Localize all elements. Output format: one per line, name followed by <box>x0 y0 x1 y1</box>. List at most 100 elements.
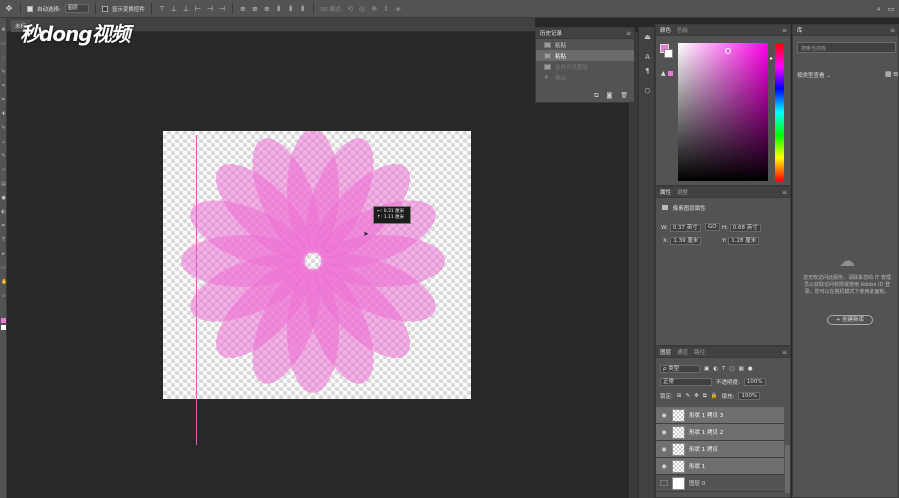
filter-shape-icon[interactable]: ▢ <box>729 366 734 372</box>
align-hcenter-icon[interactable]: ⊣ <box>206 5 214 13</box>
visibility-eye-icon[interactable]: ◉ <box>660 446 668 453</box>
filter-adjustment-icon[interactable]: ◐ <box>713 366 718 372</box>
visibility-toggle-empty[interactable] <box>660 480 668 486</box>
tab-layers[interactable]: 图层 <box>660 348 671 356</box>
path-select-tool-icon[interactable]: ▸ <box>1 252 6 257</box>
filter-type-icon[interactable]: T <box>722 366 725 372</box>
brush-tool-icon[interactable]: ✎ <box>1 126 6 131</box>
character-panel-icon[interactable]: A <box>643 53 652 61</box>
snapshot-camera-icon[interactable]: ◙ <box>607 92 613 100</box>
marquee-tool-icon[interactable]: ▭ <box>1 42 6 47</box>
dodge-tool-icon[interactable]: ◐ <box>1 210 6 215</box>
auto-select-dropdown[interactable]: 图层 <box>64 4 89 13</box>
tab-adjustments[interactable]: 调整 <box>677 188 688 196</box>
panel-menu-icon[interactable]: ≡ <box>782 189 787 196</box>
align-top-icon[interactable]: ⊤ <box>158 5 166 13</box>
tab-libraries[interactable]: 库 <box>797 26 803 34</box>
layer-row[interactable]: ◉ 形状 1 拷贝 3 <box>656 407 784 424</box>
create-library-button[interactable]: + 创建新库 <box>827 315 873 325</box>
3d-scale-icon[interactable]: ◈ <box>394 5 402 13</box>
lasso-tool-icon[interactable]: ◌ <box>1 56 6 61</box>
guide-line[interactable] <box>196 135 197 445</box>
history-item[interactable]: ✥ 移动 <box>536 72 634 83</box>
background-color-swatch[interactable] <box>1 325 6 330</box>
hue-slider[interactable] <box>775 43 784 181</box>
link-dimensions-button[interactable]: GO <box>705 223 720 231</box>
tab-channels[interactable]: 通道 <box>677 348 688 356</box>
panel-menu-icon[interactable]: ≡ <box>626 30 631 37</box>
crop-tool-icon[interactable]: ⌗ <box>1 84 6 89</box>
distribute-right-icon[interactable]: ⫴ <box>299 5 307 13</box>
fill-input[interactable]: 100% <box>738 392 761 400</box>
align-bottom-icon[interactable]: ⊥ <box>182 5 190 13</box>
distribute-vcenter-icon[interactable]: ≡ <box>251 5 259 13</box>
distribute-top-icon[interactable]: ≡ <box>239 5 247 13</box>
history-item[interactable]: 粘贴 <box>536 39 634 50</box>
web-color-swatch[interactable] <box>668 71 673 76</box>
eraser-tool-icon[interactable]: ▱ <box>1 168 6 173</box>
tab-properties[interactable]: 属性 <box>660 188 671 196</box>
paragraph-panel-icon[interactable]: ¶ <box>643 67 652 75</box>
layer-row[interactable]: ◉ 形状 1 拷贝 2 <box>656 424 784 441</box>
visibility-eye-icon[interactable]: ◉ <box>660 463 668 470</box>
hue-slider-handle[interactable]: ▸ <box>770 55 773 62</box>
search-icon[interactable]: ⌕ <box>875 5 883 13</box>
align-vcenter-icon[interactable]: ⊥ <box>170 5 178 13</box>
tab-swatches[interactable]: 色板 <box>677 26 688 34</box>
history-tab[interactable]: 历史记录 <box>540 29 562 37</box>
history-brush-tool-icon[interactable]: ✎ <box>1 154 6 159</box>
width-input[interactable]: 0.37 英寸 <box>669 224 701 232</box>
workspace-icon[interactable]: ▭ <box>887 5 895 13</box>
type-tool-icon[interactable]: T <box>1 238 6 243</box>
foreground-color-swatch[interactable] <box>1 318 6 323</box>
layers-scrollbar[interactable] <box>785 445 790 493</box>
document-canvas[interactable] <box>163 129 471 399</box>
new-document-from-state-icon[interactable]: ⧉ <box>594 92 598 100</box>
visibility-eye-icon[interactable]: ◉ <box>660 412 668 419</box>
blend-mode-dropdown[interactable]: 正常 <box>660 378 712 386</box>
height-input[interactable]: 0.68 英寸 <box>729 224 761 232</box>
panel-menu-icon[interactable]: ≡ <box>890 27 895 34</box>
history-item[interactable]: 合并可见图层 <box>536 61 634 72</box>
lock-all-icon[interactable]: 🔒 <box>711 393 718 399</box>
layer-row[interactable]: 图层 0 <box>656 475 784 492</box>
panel-menu-icon[interactable]: ≡ <box>782 349 787 356</box>
distribute-hcenter-icon[interactable]: ⫴ <box>287 5 295 13</box>
library-search-input[interactable]: 搜索当前库 <box>797 42 896 53</box>
quick-select-tool-icon[interactable]: ✎ <box>1 70 6 75</box>
lock-transparent-icon[interactable]: ⊞ <box>677 393 682 399</box>
blur-tool-icon[interactable]: ● <box>1 196 6 201</box>
3d-roll-icon[interactable]: ◎ <box>358 5 366 13</box>
pen-tool-icon[interactable]: ✒ <box>1 224 6 229</box>
background-color-swatch[interactable] <box>664 49 673 58</box>
distribute-bottom-icon[interactable]: ≡ <box>263 5 271 13</box>
trash-icon[interactable]: 🗑 <box>620 92 628 100</box>
layer-row[interactable]: ◉ 形状 1 <box>656 458 784 475</box>
filter-toggle-icon[interactable]: ● <box>748 366 753 372</box>
history-item[interactable]: 粘贴 <box>536 50 634 61</box>
filter-smart-object-icon[interactable]: ▦ <box>739 366 744 372</box>
lock-position-icon[interactable]: ✥ <box>694 393 699 399</box>
3d-panel-icon[interactable]: ⬡ <box>643 87 652 95</box>
move-tool-icon[interactable]: ✥ <box>4 4 14 14</box>
lock-artboard-icon[interactable]: ⧉ <box>703 393 707 400</box>
3d-slide-icon[interactable]: ⇕ <box>382 5 390 13</box>
layer-row[interactable]: ◉ 形状 1 拷贝 <box>656 441 784 458</box>
distribute-left-icon[interactable]: ⫴ <box>275 5 283 13</box>
healing-tool-icon[interactable]: ✚ <box>1 112 6 117</box>
lock-pixels-icon[interactable]: ✎ <box>685 393 690 399</box>
view-by-type-dropdown[interactable]: 按类型查看 ⌄ <box>797 71 831 79</box>
tab-paths[interactable]: 路径 <box>694 348 705 356</box>
show-transform-checkbox[interactable] <box>101 5 108 12</box>
align-left-icon[interactable]: ⊢ <box>194 5 202 13</box>
x-input[interactable]: 1.39 厘米 <box>670 237 702 245</box>
move-tool-icon[interactable]: ✥ <box>1 28 6 33</box>
color-picker-handle[interactable] <box>725 48 731 54</box>
panel-menu-icon[interactable]: ≡ <box>782 27 787 34</box>
history-panel-icon[interactable]: ⏏ <box>643 33 652 41</box>
grid-view-icon[interactable]: ▦ <box>885 70 892 78</box>
shape-tool-icon[interactable]: ▭ <box>1 266 6 271</box>
filter-pixel-icon[interactable]: ▣ <box>704 366 709 372</box>
list-view-icon[interactable]: ≡ <box>893 70 899 78</box>
opacity-input[interactable]: 100% <box>743 378 766 386</box>
